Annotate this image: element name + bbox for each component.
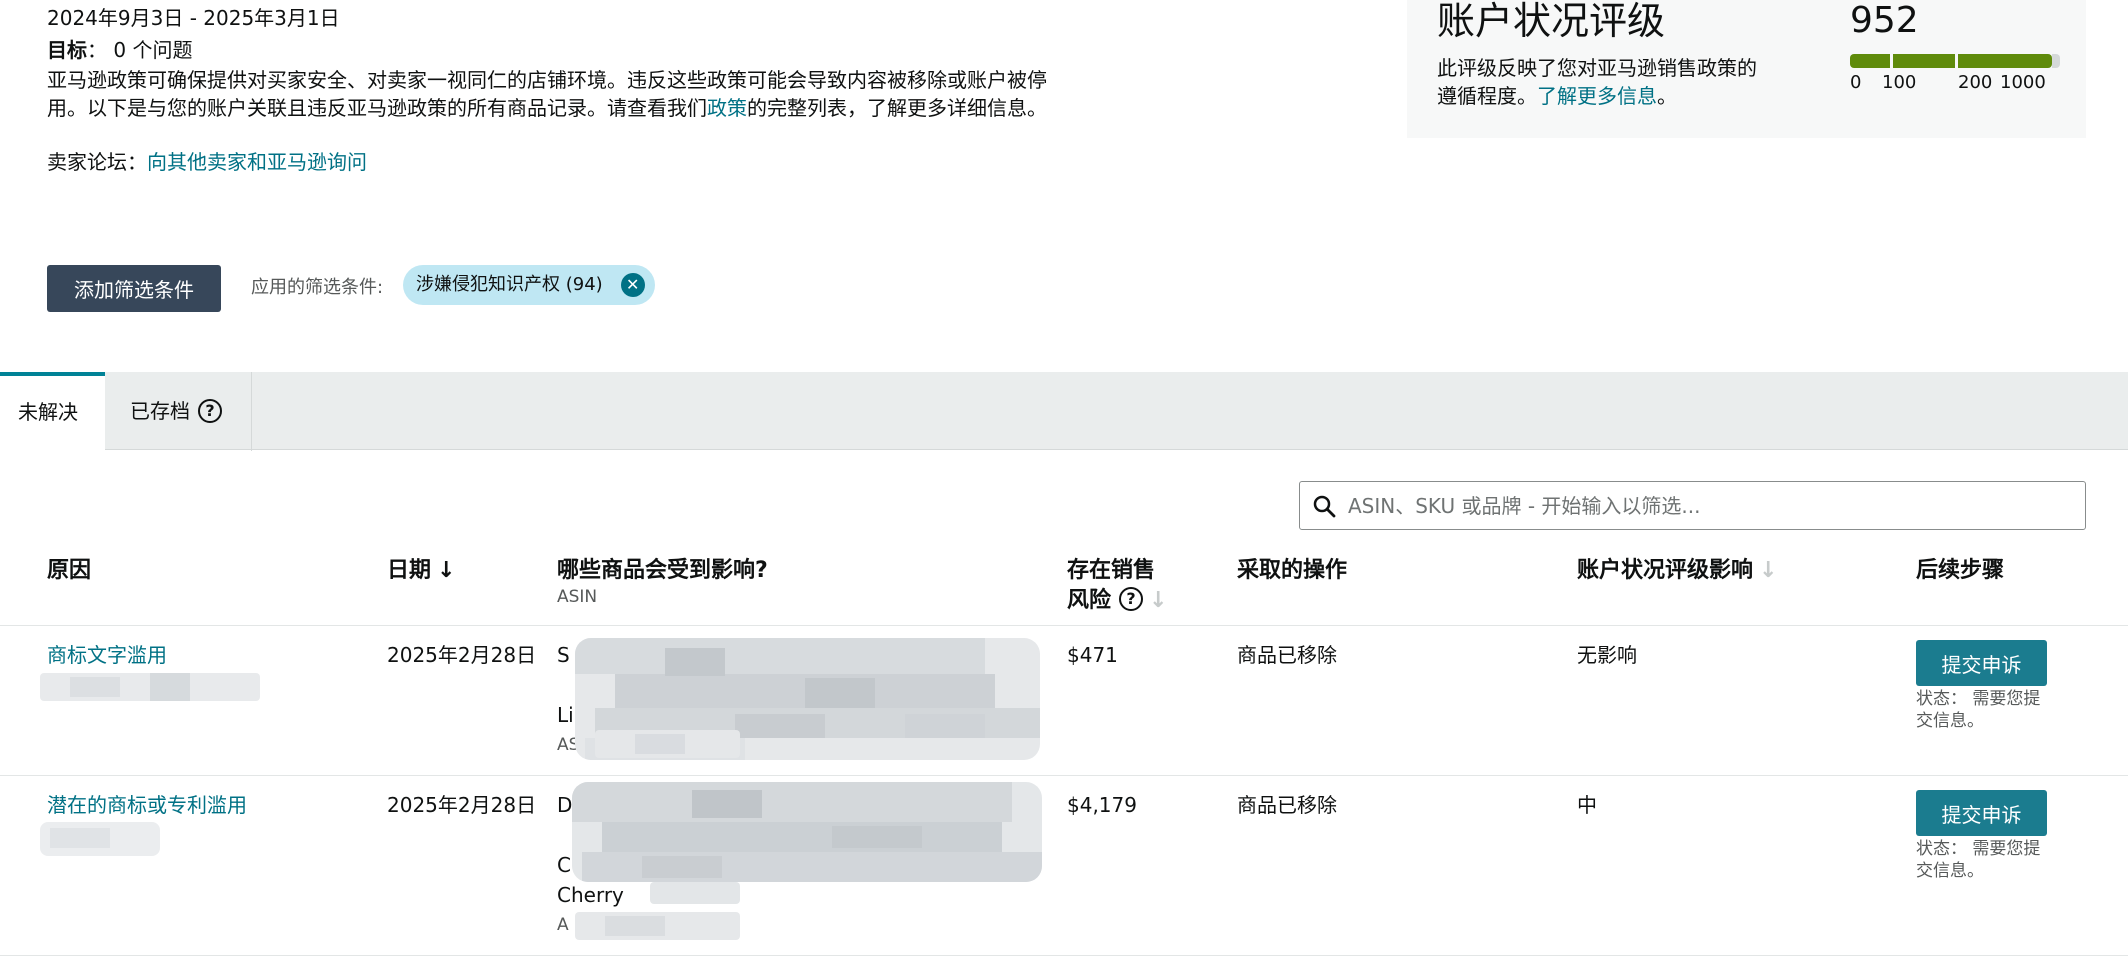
submit-appeal-button[interactable]: 提交申诉 <box>1916 790 2047 836</box>
product-text-fragment: S <box>557 643 570 667</box>
row-date: 2025年2月28日 <box>387 793 537 817</box>
health-impact: 中 <box>1577 793 1597 817</box>
target-value: ： 0 个问题 <box>87 38 193 62</box>
health-impact: 无影响 <box>1577 643 1637 667</box>
filter-chip[interactable]: 涉嫌侵犯知识产权 (94) ✕ <box>403 265 655 305</box>
header-impact[interactable]: 账户状况评级影响 ↓ <box>1577 556 1777 586</box>
asin-label: A <box>557 915 569 935</box>
help-icon[interactable]: ? <box>1119 587 1144 611</box>
score-bar <box>1850 54 2060 68</box>
close-icon[interactable]: ✕ <box>620 273 645 297</box>
search-box <box>1299 481 2086 530</box>
score-desc-end: 。 <box>1657 84 1677 108</box>
policy-link[interactable]: 政策 <box>707 96 747 120</box>
seller-forum: 卖家论坛：向其他卖家和亚马逊询问 <box>47 148 1067 176</box>
header-risk-line1: 存在销售 <box>1067 558 1156 583</box>
header-impact-label: 账户状况评级影响 <box>1577 558 1754 583</box>
score-bar-remainder <box>2052 54 2060 68</box>
action-taken: 商品已移除 <box>1237 793 1337 817</box>
tab-unresolved[interactable]: 未解决 <box>0 372 105 451</box>
filter-chip-label: 涉嫌侵犯知识产权 (94) <box>416 274 603 295</box>
product-text-fragment: C <box>557 853 571 877</box>
sales-risk: $4,179 <box>1067 793 1137 817</box>
redacted-asin <box>575 912 740 940</box>
reason-link[interactable]: 潜在的商标或专利滥用 <box>47 790 247 820</box>
sales-risk: $471 <box>1067 643 1118 667</box>
submit-appeal-button[interactable]: 提交申诉 <box>1916 640 2047 686</box>
action-taken: 商品已移除 <box>1237 643 1337 667</box>
help-icon[interactable]: ? <box>198 398 222 423</box>
header-reason: 原因 <box>47 558 92 583</box>
redacted-text <box>40 822 160 856</box>
score-tick: 0 <box>1850 72 1862 93</box>
search-icon <box>1313 495 1336 518</box>
sort-down-icon: ↓ <box>1149 588 1168 613</box>
product-text-fragment: Cherry <box>557 883 624 907</box>
tab-archived[interactable]: 已存档? <box>105 372 252 451</box>
policy-intro: 2024年9月3日 - 2025年3月1日 目标： 0 个问题 亚马逊政策可确保… <box>47 4 1067 176</box>
status-text: 状态： 需要您提交信息。 <box>1916 689 2041 731</box>
forum-label: 卖家论坛： <box>47 150 147 174</box>
score-bar-segment <box>1850 54 1890 68</box>
score-description: 此评级反映了您对亚马逊销售政策的遵循程度。了解更多信息。 <box>1437 54 1757 110</box>
score-ticks: 0 100 200 1000 <box>1850 71 2065 95</box>
header-next: 后续步骤 <box>1916 558 2005 583</box>
divider <box>0 775 2128 776</box>
forum-link[interactable]: 向其他卖家和亚马逊询问 <box>147 150 367 174</box>
tab-label: 已存档 <box>130 399 190 423</box>
score-tick: 200 <box>1958 72 1993 93</box>
score-title: 账户状况评级 <box>1437 0 1666 43</box>
tab-bar: 未解决 已存档? <box>0 372 2128 451</box>
sort-down-icon: ↓ <box>1759 558 1778 583</box>
header-products-sub: ASIN <box>557 587 598 607</box>
row-date: 2025年2月28日 <box>387 643 537 667</box>
date-range: 2024年9月3日 - 2025年3月1日 <box>47 6 340 30</box>
tab-label: 未解决 <box>18 400 78 424</box>
score-tick: 100 <box>1882 72 1917 93</box>
divider <box>0 955 2128 956</box>
redacted-asin <box>595 730 740 758</box>
header-risk-line2: 风险 <box>1067 588 1112 613</box>
header-date[interactable]: 日期 ↓ <box>387 556 455 586</box>
sort-down-icon: ↓ <box>437 558 456 583</box>
header-date-label: 日期 <box>387 558 432 583</box>
desc-text-end: 的完整列表，了解更多详细信息。 <box>747 96 1047 120</box>
header-products: 哪些商品会受到影响? ASIN <box>557 556 768 608</box>
redacted-text <box>650 882 740 904</box>
account-health-card: 账户状况评级 此评级反映了您对亚马逊销售政策的遵循程度。了解更多信息。 952 … <box>1407 0 2086 138</box>
reason-link[interactable]: 商标文字滥用 <box>47 640 167 670</box>
divider <box>0 625 2128 626</box>
policy-description: 亚马逊政策可确保提供对买家安全、对卖家一视同仁的店铺环境。违反这些政策可能会导致… <box>47 66 1067 122</box>
redacted-product <box>572 782 1042 882</box>
redacted-text <box>40 673 260 701</box>
score-bar-segment <box>1893 54 1955 68</box>
add-filter-button[interactable]: 添加筛选条件 <box>47 265 221 312</box>
status-text: 状态： 需要您提交信息。 <box>1916 839 2041 881</box>
header-products-label: 哪些商品会受到影响? <box>557 558 768 583</box>
target-label: 目标 <box>47 38 87 62</box>
product-text-fragment: D <box>557 793 573 817</box>
header-action: 采取的操作 <box>1237 558 1348 583</box>
search-input[interactable] <box>1348 482 2068 529</box>
score-tick: 1000 <box>2000 72 2046 93</box>
score-bar-segment <box>1958 54 2052 68</box>
applied-filters-label: 应用的筛选条件: <box>251 277 384 298</box>
score-value: 952 <box>1850 0 1919 41</box>
header-risk[interactable]: 存在销售 风险? ↓ <box>1067 556 1227 616</box>
target-line: 目标： 0 个问题 <box>47 36 1067 64</box>
learn-more-link[interactable]: 了解更多信息 <box>1537 84 1657 108</box>
